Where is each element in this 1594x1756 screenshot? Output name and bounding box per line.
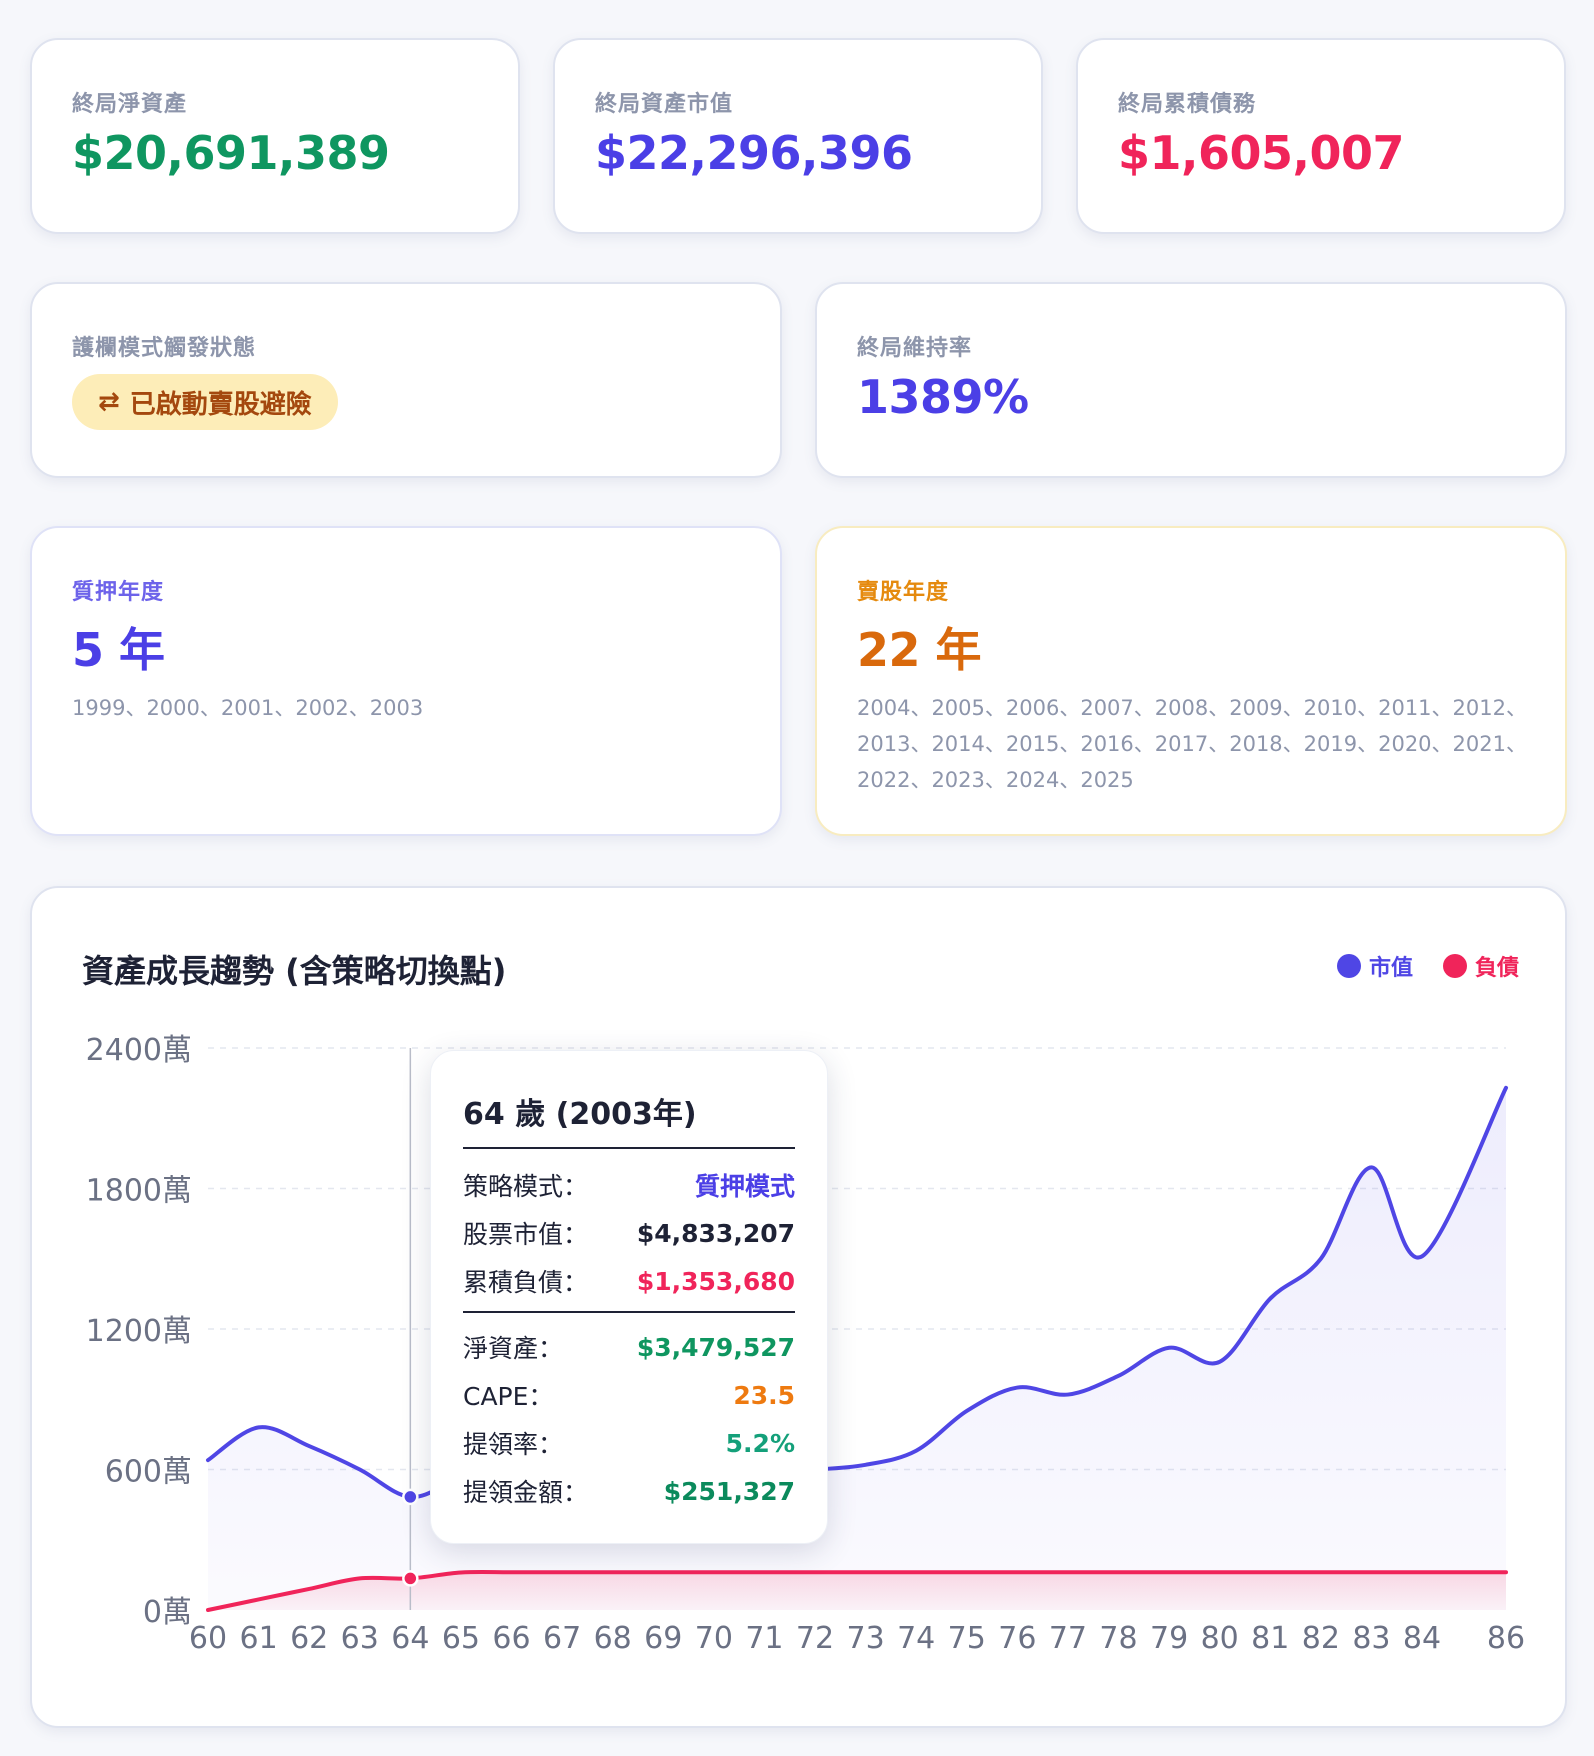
- stat-label: 終局淨資產: [72, 92, 188, 117]
- status-badge-text: 已啟動賣股避險: [129, 389, 312, 420]
- swap-arrows-icon: ⇄: [98, 387, 120, 417]
- stat-value: $20,691,389: [72, 126, 390, 180]
- chart-tooltip: 64 歲 (2003年) 策略模式： 質押模式 股票市值： $4,833,207…: [430, 1050, 828, 1544]
- tooltip-key: 淨資產：: [463, 1334, 564, 1363]
- pledge-years-card: 質押年度 5 年 1999、2000、2001、2002、2003: [30, 526, 782, 836]
- maintenance-ratio-card: 終局維持率 1389%: [815, 282, 1567, 478]
- tooltip-value: $251,327: [663, 1476, 795, 1506]
- legend-label: 市值: [1368, 956, 1413, 981]
- tooltip-key: 股票市值：: [463, 1220, 589, 1249]
- chart-title: 資產成長趨勢 (含策略切換點): [82, 952, 507, 990]
- tooltip-value: $4,833,207: [636, 1218, 795, 1248]
- tooltip-divider: [463, 1311, 795, 1313]
- tooltip-value: 質押模式: [694, 1172, 795, 1201]
- tooltip-value: $1,353,680: [636, 1266, 795, 1296]
- sell-years-list: 2004、2005、2006、2007、2008、2009、2010、2011、…: [857, 696, 1527, 792]
- legend-dot: [1442, 954, 1467, 978]
- tooltip-key: 提領率：: [463, 1430, 564, 1459]
- tooltip-row-net-worth: 淨資產： $3,479,527: [463, 1329, 795, 1365]
- legend-dot: [1336, 954, 1361, 978]
- maintenance-label: 終局維持率: [857, 336, 973, 361]
- tooltip-row-withdrawal-amount: 提領金額： $251,327: [463, 1473, 795, 1509]
- tooltip-value: 23.5: [733, 1380, 795, 1410]
- chart-legend: 市值 負債: [1336, 950, 1519, 982]
- tooltip-value: 5.2%: [725, 1428, 795, 1458]
- tooltip-key: CAPE：: [463, 1382, 554, 1411]
- sell-label: 賣股年度: [857, 580, 950, 605]
- stat-card-debt: 終局累積債務 $1,605,007: [1076, 38, 1566, 234]
- tooltip-value: $3,479,527: [636, 1332, 795, 1362]
- stat-value: $1,605,007: [1118, 126, 1405, 180]
- stat-label: 終局資產市值: [595, 92, 734, 117]
- legend-item-debt[interactable]: 負債: [1442, 950, 1519, 982]
- pledge-label: 質押年度: [72, 580, 165, 605]
- stat-card-market-value: 終局資產市值 $22,296,396: [553, 38, 1043, 234]
- tooltip-divider: [463, 1147, 795, 1149]
- sell-years-card: 賣股年度 22 年 2004、2005、2006、2007、2008、2009、…: [815, 526, 1567, 836]
- stat-value: $22,296,396: [595, 126, 913, 180]
- legend-item-market-value[interactable]: 市值: [1336, 950, 1413, 982]
- tooltip-row-debt: 累積負債： $1,353,680: [463, 1263, 795, 1299]
- pledge-years-list: 1999、2000、2001、2002、2003: [72, 696, 424, 720]
- stat-card-net-worth: 終局淨資產 $20,691,389: [30, 38, 520, 234]
- guard-label: 護欄模式觸發狀態: [72, 336, 257, 361]
- tooltip-row-market-value: 股票市值： $4,833,207: [463, 1215, 795, 1251]
- sell-value: 22 年: [857, 623, 982, 677]
- stat-label: 終局累積債務: [1118, 92, 1257, 117]
- legend-label: 負債: [1474, 956, 1519, 981]
- tooltip-title: 64 歲 (2003年): [463, 1097, 697, 1132]
- tooltip-row-cape: CAPE： 23.5: [463, 1377, 795, 1413]
- pledge-value: 5 年: [72, 623, 165, 677]
- tooltip-row-strategy: 策略模式： 質押模式: [463, 1167, 795, 1203]
- tooltip-row-withdrawal-rate: 提領率： 5.2%: [463, 1425, 795, 1461]
- maintenance-value: 1389%: [857, 370, 1029, 424]
- status-badge: ⇄ 已啟動賣股避險: [72, 374, 338, 430]
- tooltip-key: 提領金額：: [463, 1478, 589, 1507]
- guard-status-card: 護欄模式觸發狀態 ⇄ 已啟動賣股避險: [30, 282, 782, 478]
- tooltip-key: 累積負債：: [463, 1268, 589, 1297]
- tooltip-key: 策略模式：: [463, 1172, 589, 1201]
